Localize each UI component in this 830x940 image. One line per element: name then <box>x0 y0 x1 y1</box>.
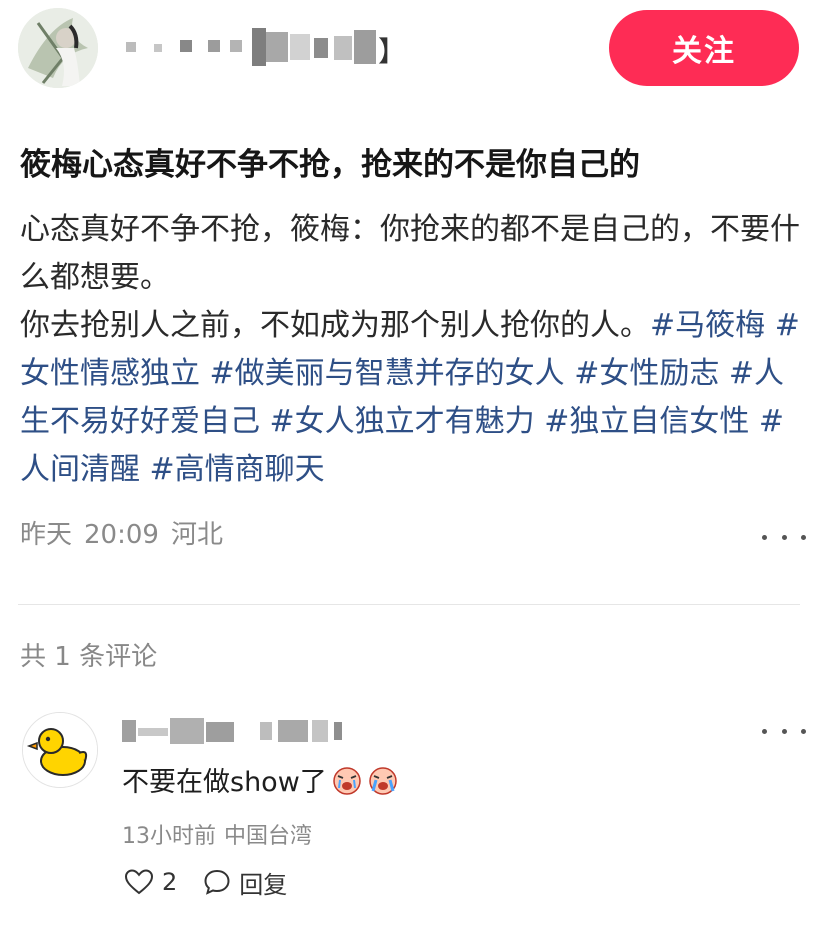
comment-actions: 2 回复 <box>124 864 313 900</box>
follow-button[interactable]: 关注 <box>609 10 799 86</box>
more-horizontal-icon[interactable] <box>762 716 806 746</box>
post-date: 昨天 <box>20 520 73 550</box>
hashtag-link[interactable]: #独立自信女性 <box>544 404 749 439</box>
comment-body: 不要在做show了 <box>122 767 327 798</box>
post-body-paragraph-2: 你去抢别人之前，不如成为那个别人抢你的人。#马筱梅 #女性情感独立 #做美丽与智… <box>20 302 800 494</box>
post-location: 河北 <box>170 520 223 550</box>
like-count: 2 <box>162 868 178 896</box>
author-name-redacted[interactable]: 】 <box>120 26 410 70</box>
post-body: 心态真好不争不抢，筱梅：你抢来的都不是自己的，不要什么都想要。 你去抢别人之前，… <box>20 206 800 494</box>
hashtag-link[interactable]: #高情商聊天 <box>150 452 325 487</box>
reply-button[interactable]: 回复 <box>203 865 287 900</box>
post-body-paragraph-1: 心态真好不争不抢，筱梅：你抢来的都不是自己的，不要什么都想要。 <box>20 212 800 295</box>
hashtag-link[interactable]: #女人独立才有魅力 <box>270 404 535 439</box>
hashtag-link[interactable]: #做美丽与智慧并存的女人 <box>210 356 565 391</box>
heart-outline-icon <box>124 869 154 895</box>
commenter-avatar[interactable] <box>22 712 98 788</box>
post-meta: 昨天 20:09 河北 <box>20 514 235 551</box>
post-title: 筱梅心态真好不争不抢，抢来的不是你自己的 <box>20 147 640 183</box>
comment-time: 13小时前 <box>122 824 216 849</box>
crying-face-emoji <box>369 766 397 795</box>
post-time: 20:09 <box>84 520 159 550</box>
like-button[interactable]: 2 <box>124 868 177 896</box>
more-horizontal-icon[interactable] <box>762 522 806 552</box>
post-body-sentence: 你去抢别人之前，不如成为那个别人抢你的人。 <box>20 308 650 343</box>
hashtag-link[interactable]: #女性励志 <box>574 356 719 391</box>
speech-bubble-icon <box>204 869 230 895</box>
yellow-duck-icon <box>23 713 97 787</box>
commenter-name-redacted[interactable] <box>122 716 352 746</box>
hashtag-link[interactable]: #马筱梅 <box>650 308 765 343</box>
comment-meta: 13小时前 中国台湾 <box>122 818 320 850</box>
post-header: 】 关注 <box>0 0 830 100</box>
author-name-fragment: 】 <box>378 35 407 68</box>
reply-label: 回复 <box>239 870 288 899</box>
crying-face-emoji <box>333 766 361 795</box>
comment-text: 不要在做show了 <box>122 760 399 799</box>
author-avatar[interactable] <box>18 8 98 88</box>
author-avatar-image <box>18 8 98 88</box>
divider <box>18 604 800 605</box>
comment-count-label: 共 1 条评论 <box>20 642 158 672</box>
comment-location: 中国台湾 <box>224 824 313 849</box>
